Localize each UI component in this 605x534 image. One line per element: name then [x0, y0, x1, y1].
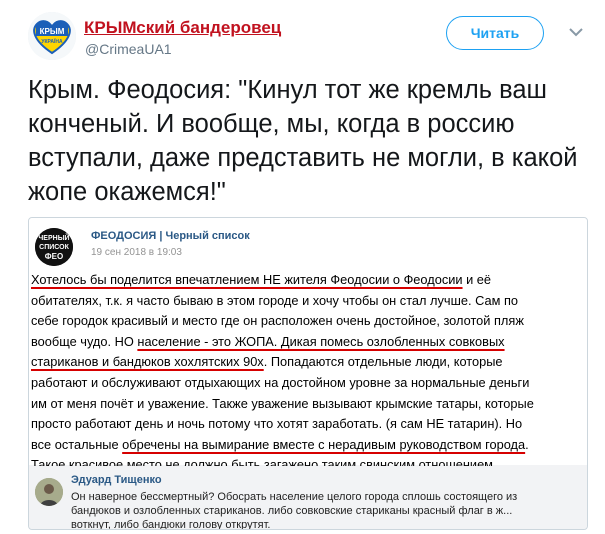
post-line: им от меня почёт и уважение. Также уваже… — [31, 395, 534, 411]
post-line: просто работают день и ночь потому что х… — [31, 416, 523, 432]
underlined-text: обречены на вымирание вместе с нерадивым… — [122, 436, 526, 452]
post-line: работают и обслуживают отдыхающих на дос… — [31, 374, 530, 390]
post-line: Хотелось бы поделится впечатлением НЕ жи… — [31, 272, 492, 287]
comment-text: Он наверное бессмертный? Обосрать населе… — [71, 491, 518, 530]
tweet-header: КРЫМ УКРАЇНА КРЫМский бандеровец @Crimea… — [28, 8, 598, 60]
avatar-word-ukraine: УКРАЇНА — [41, 38, 63, 45]
commenter-name[interactable]: Эдуард Тищенко — [71, 474, 162, 486]
author-handle[interactable]: @CrimeaUA1 — [85, 41, 172, 57]
post-date[interactable]: 19 сен 2018 в 19:03 — [91, 247, 182, 258]
group-name-link[interactable]: ФЕОДОСИЯ | Черный список — [91, 230, 250, 242]
underlined-text: стариканов и бандюков хохлятских 90х — [31, 354, 264, 370]
group-logo-word-2: СПИСОК — [39, 244, 69, 251]
underlined-text: население - это ЖОПА. Дикая помесь озлоб… — [137, 333, 505, 349]
follow-button[interactable]: Читать — [446, 16, 544, 50]
embedded-screenshot: ЧЕРНЫЙ СПИСОК ФЕО ФЕОДОСИЯ | Черный спис… — [28, 217, 588, 530]
post-line: себе городок красивый и место где он рас… — [31, 313, 524, 329]
commenter-avatar[interactable] — [35, 478, 63, 506]
post-line: все остальные обречены на вымирание вмес… — [31, 436, 529, 452]
avatar-word-crimea: КРЫМ — [40, 27, 65, 36]
comment: Эдуард Тищенко Он наверное бессмертный? … — [29, 466, 587, 530]
underlined-text: Хотелось бы поделится впечатлением НЕ жи… — [31, 272, 463, 287]
group-logo: ЧЕРНЫЙ СПИСОК ФЕО — [35, 228, 73, 266]
group-logo-word-3: ФЕО — [45, 252, 63, 261]
tweet-text: Крым. Феодосия: "Кинул тот же кремль ваш… — [28, 76, 578, 206]
group-logo-word-1: ЧЕРНЫЙ — [38, 233, 69, 242]
vk-post: ЧЕРНЫЙ СПИСОК ФЕО ФЕОДОСИЯ | Черный спис… — [29, 218, 587, 472]
author-avatar[interactable]: КРЫМ УКРАЇНА — [28, 12, 76, 60]
post-line: стариканов и бандюков хохлятских 90х. По… — [31, 354, 503, 370]
heart-flag-icon: КРЫМ УКРАЇНА — [28, 12, 76, 60]
post-line: обитателях, т.к. я часто бываю в этом го… — [31, 292, 518, 308]
post-body: Хотелось бы поделится впечатлением НЕ жи… — [31, 270, 581, 476]
author-name[interactable]: КРЫМский бандеровец — [84, 18, 281, 38]
chevron-down-icon[interactable] — [568, 26, 584, 38]
post-line: вообще чудо. НО население - это ЖОПА. Ди… — [31, 333, 505, 349]
